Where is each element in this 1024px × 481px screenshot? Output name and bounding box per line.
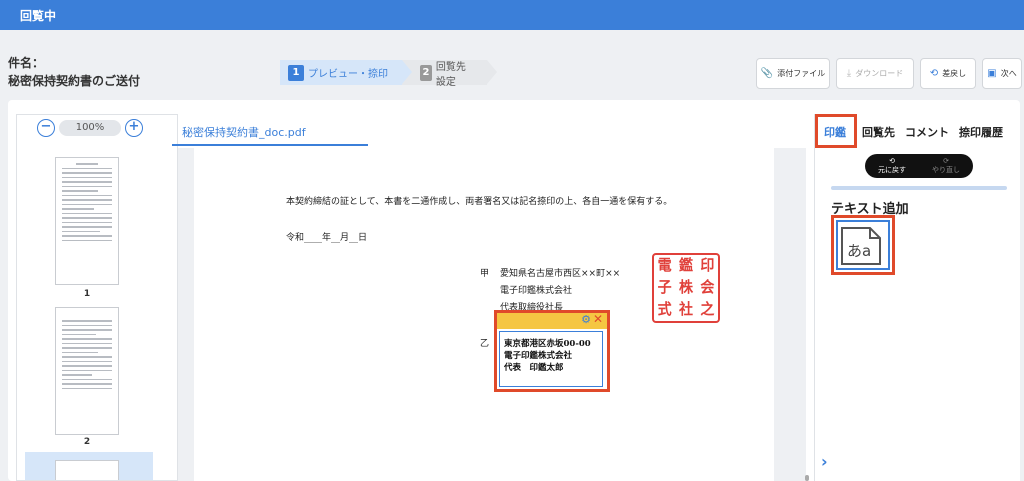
tab-seal[interactable]: 印鑑: [815, 114, 857, 148]
step-number: 2: [420, 64, 432, 81]
next-icon: ▣: [987, 68, 997, 79]
step-label: 回覧先設定: [435, 61, 466, 88]
top-bar: 回覧中: [0, 0, 1024, 30]
download-button[interactable]: ⤓ ダウンロード: [836, 58, 914, 89]
document-page: 本契約締結の証として、本書を二通作成し、両者署名又は記名捺印の上、各自一通を保有…: [194, 148, 774, 481]
page-number: 2: [83, 437, 91, 447]
return-button[interactable]: ⟲ 差戻し: [920, 58, 976, 89]
zoom-out-button[interactable]: −: [37, 119, 55, 137]
stamp-line: 代表 印鑑太郎: [504, 363, 564, 373]
step-indicator: 1 プレビュー・捺印 2 回覧先設定: [280, 60, 497, 88]
undo-redo-bar: ⟲ 元に戻す ⟳ やり直し: [865, 154, 973, 178]
seal-char: 式: [657, 301, 672, 319]
subject-value: 秘密保持契約書のご送付: [8, 74, 141, 88]
main-panel: − 100% + 1 2 秘密保持契約書_doc.pdf 本契約締結の証として、…: [8, 100, 1020, 481]
page-thumbnail-2[interactable]: [55, 307, 119, 435]
step-number: 1: [288, 64, 304, 81]
seal-char: 社: [678, 301, 693, 319]
conclusion-text: 本契約締結の証として、本書を二通作成し、両者署名又は記名捺印の上、各自一通を保有…: [286, 197, 673, 207]
seal-char: 之: [700, 301, 715, 319]
page-thumbnail-3-selected[interactable]: [25, 452, 153, 480]
right-panel: 印鑑 回覧先 コメント 捺印履歴 ⟲ 元に戻す ⟳ やり直し テキスト追加 あa: [814, 114, 1020, 481]
scrollbar[interactable]: [805, 475, 809, 481]
seal-char: 印: [700, 257, 715, 275]
tab-document[interactable]: 秘密保持契約書_doc.pdf: [172, 114, 368, 146]
date-text: 令和____年__月__日: [286, 233, 368, 243]
party-a-company: 電子印鑑株式会社: [500, 286, 573, 296]
seal-char: 株: [678, 279, 693, 297]
attach-button[interactable]: 📎 添付ファイル: [756, 58, 830, 89]
text-stamp-box[interactable]: ⚙ ✕ 東京都港区赤坂00-00 電子印鑑株式会社 代表 印鑑太郎: [494, 310, 610, 392]
progress-bar: [831, 186, 1007, 190]
stamp-line: 東京都港区赤坂00-00: [504, 339, 591, 349]
app-title: 回覧中: [20, 9, 57, 23]
tab-comments[interactable]: コメント: [900, 114, 954, 148]
seal-char: 子: [657, 279, 672, 297]
subject-label: 件名：: [8, 56, 45, 70]
next-label: 次へ: [1000, 69, 1017, 78]
page-thumbnail-1[interactable]: [55, 157, 119, 285]
step-recipient-settings[interactable]: 2 回覧先設定: [402, 60, 497, 88]
add-text-button[interactable]: あa: [831, 215, 895, 275]
step-label: プレビュー・捺印: [308, 69, 388, 80]
right-tabs: 印鑑 回覧先 コメント 捺印履歴: [815, 114, 1008, 148]
download-label: ダウンロード: [855, 69, 904, 78]
chevron-right-icon[interactable]: ›: [821, 452, 828, 471]
add-text-glyph: あa: [847, 242, 871, 260]
zoom-controls: − 100% +: [37, 119, 143, 137]
download-icon: ⤓: [846, 68, 852, 79]
undo-label: 元に戻す: [878, 166, 906, 174]
seal-char: 電: [657, 257, 672, 275]
zoom-in-button[interactable]: +: [125, 119, 143, 137]
undo-button[interactable]: ⟲ 元に戻す: [878, 157, 906, 175]
zoom-level: 100%: [59, 120, 121, 136]
redo-label: やり直し: [932, 166, 960, 174]
stamp-text-area[interactable]: 東京都港区赤坂00-00 電子印鑑株式会社 代表 印鑑太郎: [499, 331, 603, 387]
undo-arrow-icon: ⟲: [929, 68, 939, 79]
redo-button[interactable]: ⟳ やり直し: [932, 157, 960, 175]
header: 件名： 秘密保持契約書のご送付 1 プレビュー・捺印 2 回覧先設定 📎 添付フ…: [0, 30, 1024, 100]
party-b-mark: 乙: [480, 339, 490, 349]
gear-icon[interactable]: ⚙: [581, 313, 591, 326]
paperclip-icon: 📎: [760, 68, 774, 79]
step-preview-stamp[interactable]: 1 プレビュー・捺印: [280, 60, 412, 85]
tab-stamp-history[interactable]: 捺印履歴: [954, 114, 1008, 148]
attach-label: 添付ファイル: [777, 69, 826, 78]
page-number: 1: [83, 289, 91, 299]
party-a-mark: 甲: [480, 269, 490, 279]
redo-icon: ⟳: [943, 157, 949, 165]
seal-char: 鑑: [678, 257, 693, 275]
party-a-address: 愛知県名古屋市西区××町××: [500, 269, 621, 279]
undo-icon: ⟲: [889, 157, 895, 165]
company-seal: 電 鑑 印 子 株 会 式 社 之: [652, 253, 720, 323]
seal-char: 会: [700, 279, 715, 297]
thumbnail-sidebar: − 100% + 1 2: [16, 114, 178, 481]
stamp-line: 電子印鑑株式会社: [504, 351, 573, 361]
next-button[interactable]: ▣ 次へ: [982, 58, 1022, 89]
stamp-toolbar[interactable]: ⚙ ✕: [497, 312, 607, 329]
tab-recipients[interactable]: 回覧先: [857, 114, 900, 148]
return-label: 差戻し: [942, 69, 967, 78]
text-document-icon: あa: [841, 227, 881, 265]
document-viewer: 本契約締結の証として、本書を二通作成し、両者署名又は記名捺印の上、各自一通を保有…: [178, 148, 806, 481]
close-icon[interactable]: ✕: [593, 312, 603, 326]
